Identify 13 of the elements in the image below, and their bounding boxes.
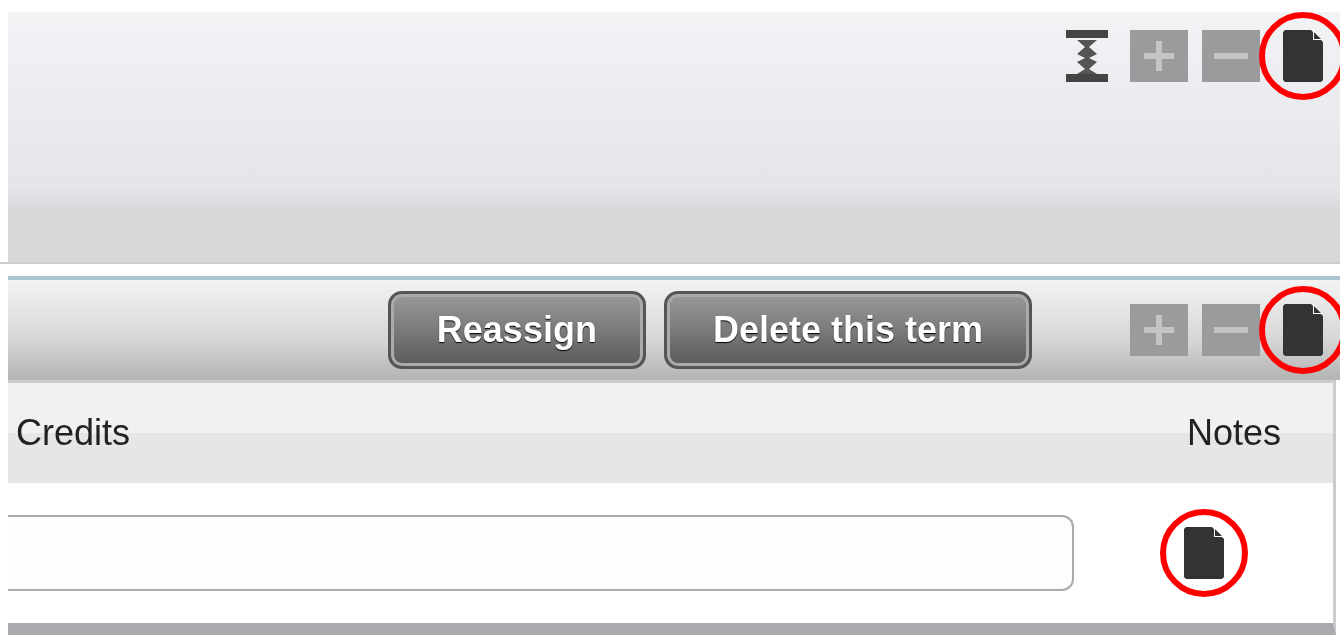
minus-icon [1214,327,1248,333]
plus-icon [1144,41,1174,71]
plus-icon [1144,315,1174,345]
collapse-icon[interactable] [1066,30,1108,82]
minus-icon [1214,53,1248,59]
column-header: Notes [1186,412,1281,454]
document-icon[interactable] [1283,304,1323,356]
document-icon[interactable] [1283,30,1323,82]
action-button[interactable]: Reassign [387,291,646,369]
column-header: Credits [16,412,131,454]
action-button[interactable]: Delete this term [663,291,1032,369]
credits-field[interactable] [8,515,1074,591]
document-icon[interactable] [1183,527,1224,579]
